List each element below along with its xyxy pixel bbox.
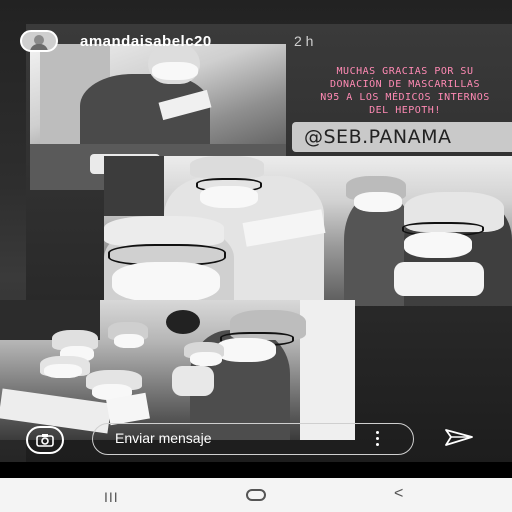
username[interactable]: amandaisabelc20: [80, 33, 212, 50]
recents-icon[interactable]: III: [104, 489, 119, 505]
avatar-body: [30, 44, 48, 50]
screen-divider: [0, 462, 512, 478]
send-icon[interactable]: [444, 428, 474, 448]
camera-icon: [36, 434, 54, 447]
story-caption: MUCHAS GRACIAS POR SU DONACIÓN DE MASCAR…: [298, 65, 512, 117]
avatar[interactable]: [20, 30, 58, 52]
post-time: 2 h: [294, 33, 314, 49]
message-input[interactable]: Enviar mensaje: [92, 423, 414, 455]
mention-tag[interactable]: @SEB.PANAMA: [292, 122, 512, 152]
caption-line: DONACIÓN DE MASCARILLAS: [330, 79, 480, 90]
caption-line: N95 A LOS MÉDICOS INTERNOS: [320, 92, 490, 103]
story-photo-2: [104, 156, 512, 306]
home-icon[interactable]: [246, 489, 266, 501]
story-header: amandaisabelc20 2 h: [0, 0, 512, 60]
camera-button[interactable]: [26, 426, 64, 454]
more-vertical-icon[interactable]: [374, 431, 380, 449]
story-viewer[interactable]: amandaisabelc20 2 h MUCHAS GRACIAS POR S…: [0, 0, 512, 462]
caption-line: MUCHAS GRACIAS POR SU: [336, 66, 474, 77]
back-icon[interactable]: <: [394, 485, 403, 503]
caption-line: DEL HEPOTH!: [369, 105, 441, 116]
